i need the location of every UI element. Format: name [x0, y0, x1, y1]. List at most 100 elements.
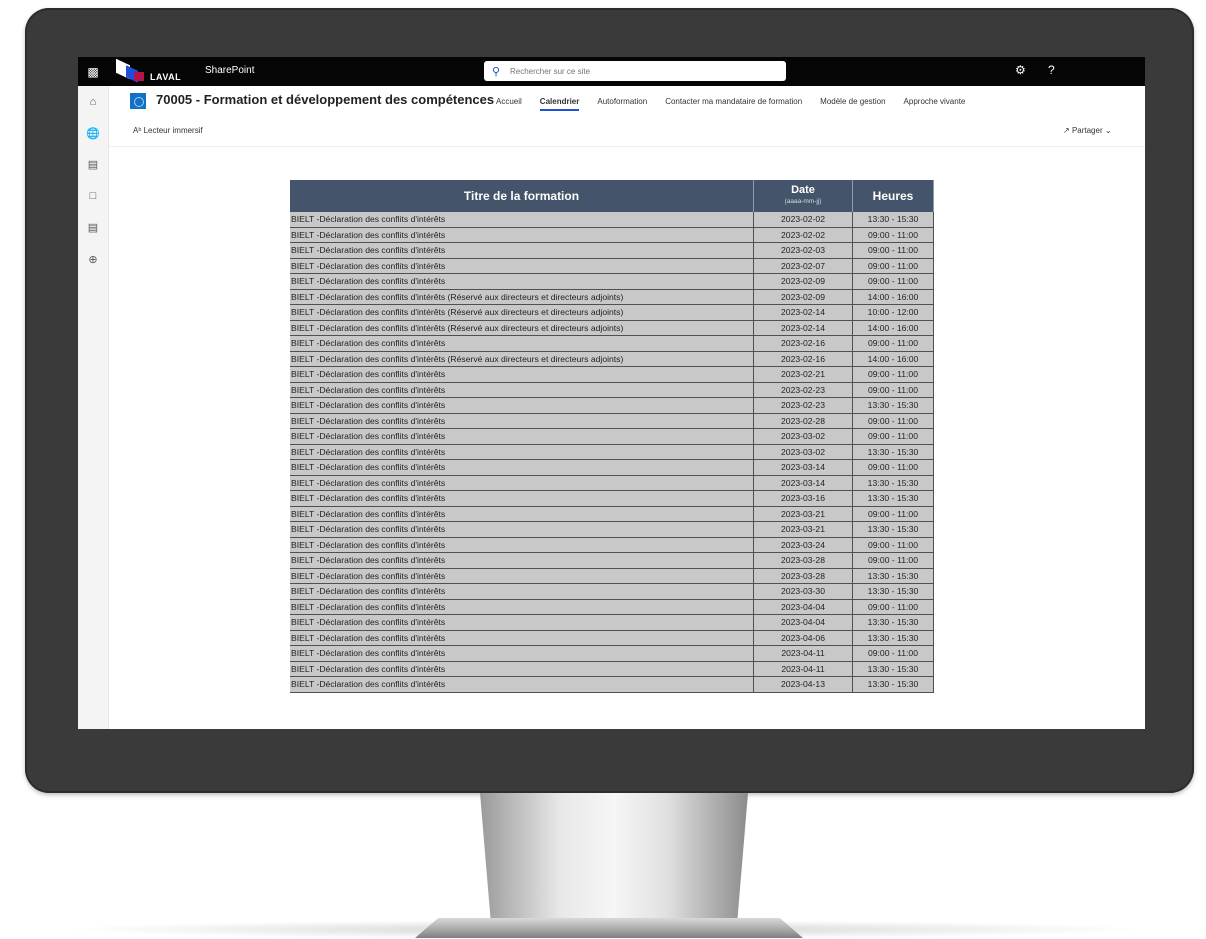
- table-row: BIELT -Déclaration des conflits d'intérê…: [290, 242, 934, 259]
- cell-date: 2023-03-02: [753, 444, 853, 460]
- cell-date: 2023-02-14: [753, 304, 853, 321]
- share-icon: ↗: [1063, 126, 1070, 135]
- cell-hours: 13:30 - 15:30: [852, 583, 934, 600]
- cell-hours: 09:00 - 11:00: [852, 335, 934, 352]
- table-row: BIELT -Déclaration des conflits d'intérê…: [290, 537, 934, 553]
- header-date-label: Date: [791, 184, 815, 196]
- site-logo-icon[interactable]: [130, 93, 146, 109]
- cell-hours: 09:00 - 11:00: [852, 552, 934, 569]
- cell-title: BIELT -Déclaration des conflits d'intérê…: [290, 583, 754, 600]
- table-row: BIELT -Déclaration des conflits d'intérê…: [290, 676, 934, 693]
- cell-title: BIELT -Déclaration des conflits d'intérê…: [290, 459, 754, 476]
- cell-title: BIELT -Déclaration des conflits d'intérê…: [290, 630, 754, 646]
- news-icon[interactable]: ▤: [78, 158, 108, 171]
- table-row: BIELT -Déclaration des conflits d'intérê…: [290, 630, 934, 646]
- cell-title: BIELT -Déclaration des conflits d'intérê…: [290, 506, 754, 522]
- cell-hours: 13:30 - 15:30: [852, 521, 934, 538]
- cell-title: BIELT -Déclaration des conflits d'intérê…: [290, 227, 754, 243]
- settings-icon[interactable]: ⚙: [1015, 63, 1026, 77]
- cell-date: 2023-02-03: [753, 242, 853, 259]
- nav-item-1[interactable]: Calendrier: [539, 97, 580, 111]
- cell-hours: 09:00 - 11:00: [852, 428, 934, 445]
- nav-item-0[interactable]: Accueil: [496, 97, 522, 111]
- cell-date: 2023-02-14: [753, 320, 853, 336]
- site-title[interactable]: 70005 - Formation et développement des c…: [156, 92, 494, 107]
- cell-title: BIELT -Déclaration des conflits d'intérê…: [290, 614, 754, 631]
- cell-date: 2023-04-11: [753, 661, 853, 677]
- laval-logo[interactable]: LAVAL: [114, 58, 181, 83]
- search-input[interactable]: [508, 65, 772, 77]
- home-icon[interactable]: ⌂: [78, 96, 108, 108]
- cell-hours: 14:00 - 16:00: [852, 320, 934, 336]
- share-label: Partager: [1071, 126, 1103, 135]
- cell-title: BIELT -Déclaration des conflits d'intérê…: [290, 475, 754, 491]
- cell-date: 2023-02-07: [753, 258, 853, 274]
- cell-hours: 09:00 - 11:00: [852, 273, 934, 290]
- monitor-stand-neck: [480, 793, 748, 921]
- cell-date: 2023-02-23: [753, 382, 853, 398]
- table-row: BIELT -Déclaration des conflits d'intérê…: [290, 490, 934, 507]
- cell-title: BIELT -Déclaration des conflits d'intérê…: [290, 273, 754, 290]
- cell-date: 2023-02-02: [753, 227, 853, 243]
- table-row: BIELT -Déclaration des conflits d'intérê…: [290, 568, 934, 584]
- globe-icon[interactable]: 🌐: [78, 127, 108, 140]
- cell-title: BIELT -Déclaration des conflits d'intérê…: [290, 661, 754, 677]
- help-icon[interactable]: ?: [1048, 63, 1055, 77]
- cell-hours: 13:30 - 15:30: [852, 397, 934, 414]
- cell-title: BIELT -Déclaration des conflits d'intérê…: [290, 521, 754, 538]
- cell-title: BIELT -Déclaration des conflits d'intérê…: [290, 428, 754, 445]
- nav-item-5[interactable]: Approche vivante: [904, 97, 966, 111]
- logo-shape-red: [134, 72, 144, 81]
- suite-bar: ▩ LAVAL SharePoint ⚲ ⚙ ?: [78, 57, 1145, 86]
- cell-hours: 14:00 - 16:00: [852, 351, 934, 367]
- share-button[interactable]: ↗ Partager ⌄: [1063, 126, 1112, 135]
- nav-item-3[interactable]: Contacter ma mandataire de formation: [665, 97, 802, 111]
- nav-item-4[interactable]: Modèle de gestion: [820, 97, 885, 111]
- cell-hours: 13:30 - 15:30: [852, 568, 934, 584]
- cell-title: BIELT -Déclaration des conflits d'intérê…: [290, 258, 754, 274]
- cell-title: BIELT -Déclaration des conflits d'intérê…: [290, 645, 754, 662]
- table-row: BIELT -Déclaration des conflits d'intérê…: [290, 320, 934, 336]
- immersive-reader-button[interactable]: Aᵇ Lecteur immersif: [133, 126, 203, 135]
- cell-date: 2023-02-28: [753, 413, 853, 429]
- table-row: BIELT -Déclaration des conflits d'intérê…: [290, 475, 934, 491]
- cell-date: 2023-02-16: [753, 351, 853, 367]
- training-calendar-table: Titre de la formation Date (aaaa-mm-jj) …: [290, 180, 934, 693]
- cell-title: BIELT -Déclaration des conflits d'intérê…: [290, 676, 754, 693]
- cell-hours: 13:30 - 15:30: [852, 475, 934, 491]
- cell-date: 2023-04-04: [753, 599, 853, 615]
- table-row: BIELT -Déclaration des conflits d'intérê…: [290, 444, 934, 460]
- lists-icon[interactable]: ▤: [78, 221, 108, 234]
- cell-title: BIELT -Déclaration des conflits d'intérê…: [290, 599, 754, 615]
- cell-hours: 09:00 - 11:00: [852, 258, 934, 274]
- cell-hours: 09:00 - 11:00: [852, 382, 934, 398]
- cell-hours: 09:00 - 11:00: [852, 459, 934, 476]
- cell-title: BIELT -Déclaration des conflits d'intérê…: [290, 413, 754, 429]
- files-icon[interactable]: □: [78, 190, 108, 202]
- chevron-down-icon: ⌄: [1104, 126, 1112, 135]
- cell-date: 2023-03-30: [753, 583, 853, 600]
- cell-title: BIELT -Déclaration des conflits d'intérê…: [290, 304, 754, 321]
- table-row: BIELT -Déclaration des conflits d'intérê…: [290, 428, 934, 445]
- cell-hours: 14:00 - 16:00: [852, 289, 934, 305]
- nav-item-2[interactable]: Autoformation: [597, 97, 647, 111]
- search-box[interactable]: ⚲: [484, 61, 786, 81]
- table-row: BIELT -Déclaration des conflits d'intérê…: [290, 413, 934, 429]
- cell-hours: 09:00 - 11:00: [852, 599, 934, 615]
- table-row: BIELT -Déclaration des conflits d'intérê…: [290, 614, 934, 631]
- table-row: BIELT -Déclaration des conflits d'intérê…: [290, 227, 934, 243]
- cell-date: 2023-03-14: [753, 475, 853, 491]
- table-row: BIELT -Déclaration des conflits d'intérê…: [290, 599, 934, 615]
- cell-hours: 09:00 - 11:00: [852, 242, 934, 259]
- sharepoint-label[interactable]: SharePoint: [205, 65, 254, 76]
- cell-date: 2023-02-21: [753, 366, 853, 383]
- immersive-reader-label: Lecteur immersif: [143, 126, 203, 135]
- table-row: BIELT -Déclaration des conflits d'intérê…: [290, 212, 934, 228]
- table-row: BIELT -Déclaration des conflits d'intérê…: [290, 552, 934, 569]
- table-row: BIELT -Déclaration des conflits d'intérê…: [290, 521, 934, 538]
- app-launcher-icon[interactable]: ▩: [78, 57, 108, 86]
- table-row: BIELT -Déclaration des conflits d'intérê…: [290, 645, 934, 662]
- cell-hours: 13:30 - 15:30: [852, 676, 934, 693]
- create-icon[interactable]: ⊕: [78, 253, 108, 266]
- cell-title: BIELT -Déclaration des conflits d'intérê…: [290, 490, 754, 507]
